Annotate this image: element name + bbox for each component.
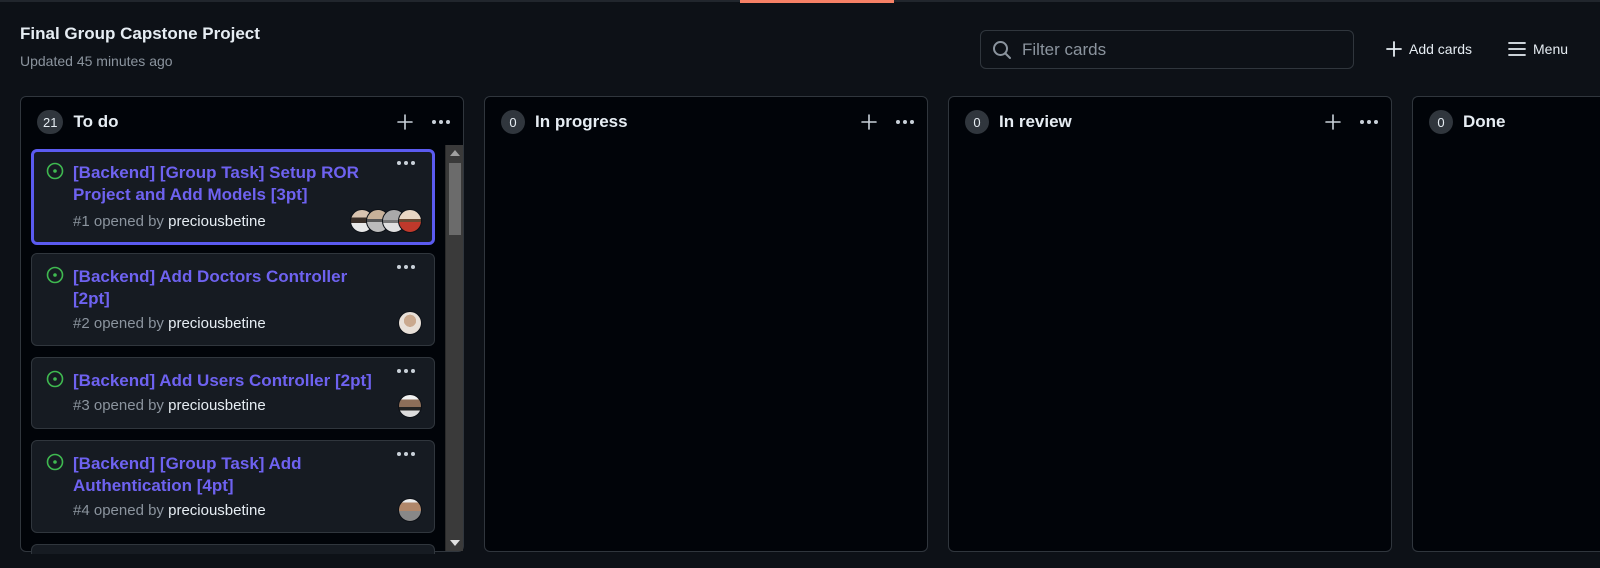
assignee-avatars: [398, 394, 422, 418]
issue-author[interactable]: preciousbetine: [168, 502, 266, 519]
issue-title-link[interactable]: [Backend] Add Users Controller [2pt]: [73, 370, 393, 392]
avatar[interactable]: [398, 394, 422, 418]
issue-number: #4: [73, 502, 90, 519]
card-list-scrollbar[interactable]: [445, 145, 463, 551]
column-count-badge: 0: [965, 110, 989, 134]
issue-number: #2: [73, 315, 90, 332]
card-more-icon[interactable]: [396, 264, 416, 270]
column-in-review: 0 In review: [948, 96, 1392, 552]
column-header: 0 Done: [1429, 109, 1588, 135]
hamburger-icon: [1508, 42, 1526, 56]
scroll-down-arrow-icon[interactable]: [450, 540, 460, 546]
issue-card[interactable]: [Backend] [Group Task] Add Authenticatio…: [31, 440, 435, 533]
filter-cards-field[interactable]: [980, 30, 1354, 69]
project-updated-time: Updated 45 minutes ago: [20, 53, 173, 69]
column-title: To do: [73, 112, 119, 131]
column-header: 0 In progress: [501, 109, 915, 135]
issue-card-partial[interactable]: [31, 544, 435, 554]
avatar[interactable]: [398, 311, 422, 335]
assignee-avatars: [350, 209, 422, 233]
issue-number: #1: [73, 213, 90, 230]
issue-opened-icon: [46, 370, 64, 388]
issue-card[interactable]: [Backend] Add Users Controller [2pt] #3 …: [31, 357, 435, 429]
issue-author[interactable]: preciousbetine: [168, 213, 266, 230]
issue-title-link[interactable]: [Backend] [Group Task] Add Authenticatio…: [73, 453, 388, 497]
column-title: In progress: [535, 112, 628, 131]
card-more-icon[interactable]: [396, 160, 416, 166]
add-cards-label: Add cards: [1409, 41, 1473, 57]
assignee-avatars: [398, 311, 422, 335]
scroll-thumb[interactable]: [449, 163, 461, 235]
issue-meta: #3 opened by preciousbetine: [73, 397, 266, 414]
issue-opened-by: opened by: [93, 397, 164, 414]
plus-icon: [1386, 41, 1402, 57]
issue-author[interactable]: preciousbetine: [168, 315, 266, 332]
column-header: 21 To do: [37, 109, 451, 135]
issue-title-link[interactable]: [Backend] Add Doctors Controller [2pt]: [73, 266, 388, 310]
column-title: Done: [1463, 112, 1506, 131]
issue-meta: #1 opened by preciousbetine: [73, 213, 266, 230]
column-count-badge: 21: [37, 110, 64, 134]
avatar[interactable]: [398, 498, 422, 522]
project-title: Final Group Capstone Project: [20, 24, 260, 43]
filter-cards-input[interactable]: [1022, 39, 1342, 60]
column-more-icon[interactable]: [431, 112, 451, 132]
search-icon: [993, 40, 1011, 59]
issue-opened-by: opened by: [93, 315, 164, 332]
column-in-progress: 0 In progress: [484, 96, 928, 552]
issue-meta: #2 opened by preciousbetine: [73, 315, 266, 332]
issue-opened-by: opened by: [93, 213, 164, 230]
card-more-icon[interactable]: [396, 368, 416, 374]
add-card-plus-icon[interactable]: [859, 112, 879, 132]
menu-label: Menu: [1533, 41, 1569, 57]
column-title: In review: [999, 112, 1072, 131]
add-cards-button[interactable]: Add cards: [1386, 36, 1472, 62]
column-count-badge: 0: [501, 110, 525, 134]
add-card-plus-icon[interactable]: [1323, 112, 1343, 132]
active-view-indicator: [740, 0, 894, 3]
project-header: Final Group Capstone Project Updated 45 …: [20, 24, 260, 69]
issue-card[interactable]: [Backend] [Group Task] Setup ROR Project…: [31, 149, 435, 245]
column-count-badge: 0: [1429, 110, 1453, 134]
issue-author[interactable]: preciousbetine: [168, 397, 266, 414]
scroll-up-arrow-icon[interactable]: [450, 150, 460, 156]
avatar[interactable]: [398, 209, 422, 233]
issue-meta: #4 opened by preciousbetine: [73, 502, 266, 519]
issue-opened-by: opened by: [93, 502, 164, 519]
issue-opened-icon: [46, 266, 64, 284]
issue-opened-icon: [46, 162, 64, 180]
assignee-avatars: [398, 498, 422, 522]
issue-opened-icon: [46, 453, 64, 471]
column-done: 0 Done: [1412, 96, 1600, 552]
card-more-icon[interactable]: [396, 451, 416, 457]
column-more-icon[interactable]: [1359, 112, 1379, 132]
issue-card[interactable]: [Backend] Add Doctors Controller [2pt] #…: [31, 253, 435, 346]
issue-number: #3: [73, 397, 90, 414]
column-to-do: 21 To do [Backend] [Group Task] Setup RO…: [20, 96, 464, 554]
column-header: 0 In review: [965, 109, 1379, 135]
menu-button[interactable]: Menu: [1508, 36, 1568, 62]
issue-title-link[interactable]: [Backend] [Group Task] Setup ROR Project…: [73, 162, 388, 206]
add-card-plus-icon[interactable]: [395, 112, 415, 132]
column-more-icon[interactable]: [895, 112, 915, 132]
